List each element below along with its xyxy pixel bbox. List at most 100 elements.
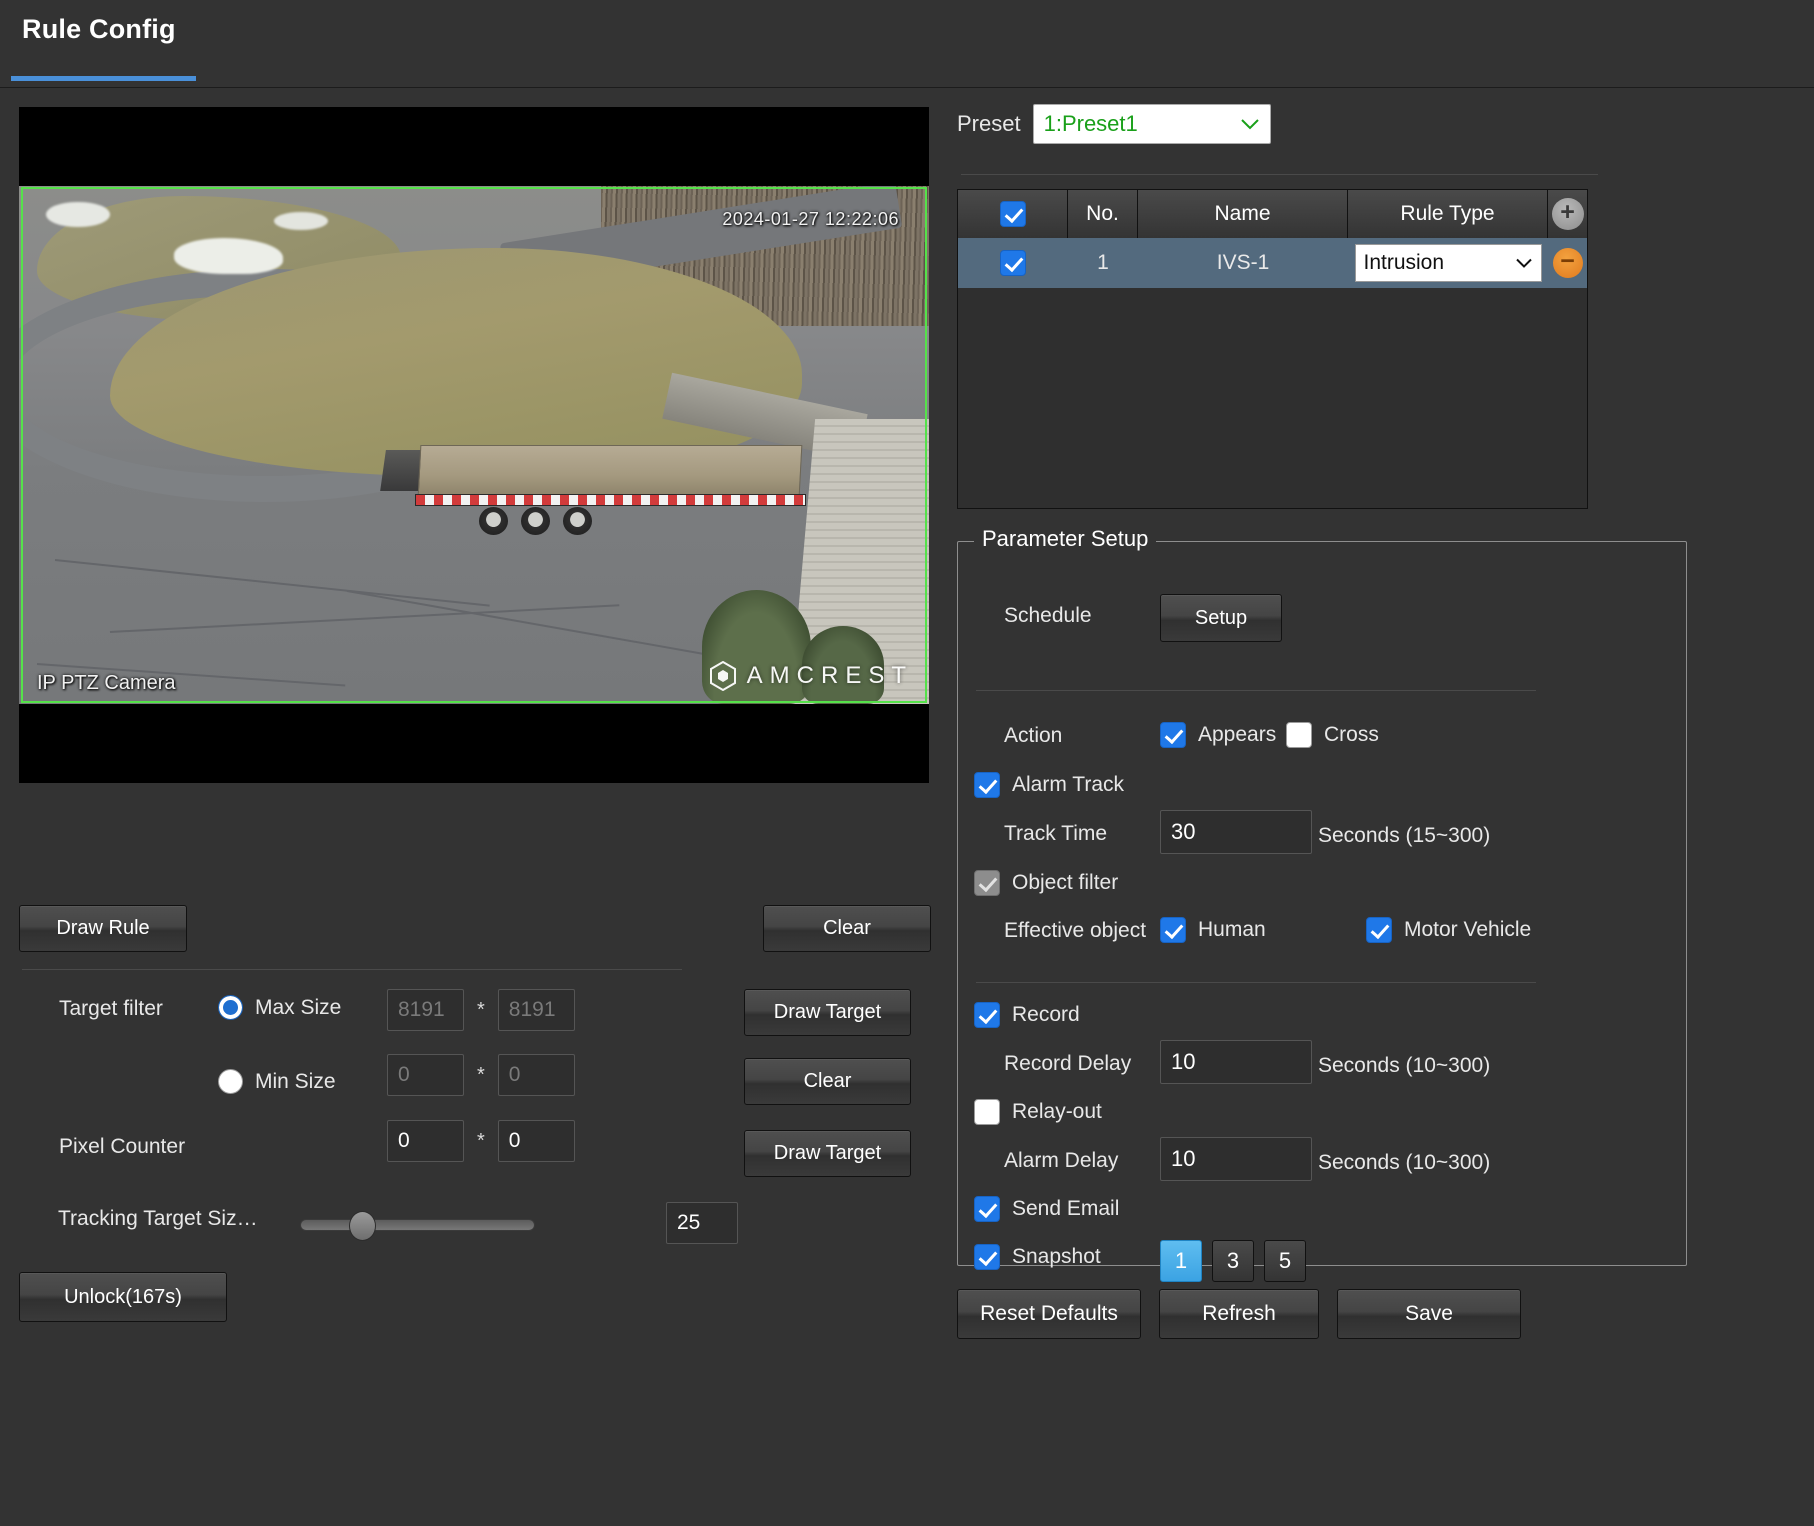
select-all-checkbox[interactable] xyxy=(999,201,1026,227)
relay-out-option[interactable]: Relay-out xyxy=(974,1099,1102,1125)
object-filter-label: Object filter xyxy=(1012,871,1119,894)
max-size-radio[interactable] xyxy=(218,995,243,1020)
cross-checkbox[interactable] xyxy=(1286,722,1312,748)
remove-icon[interactable]: − xyxy=(1552,248,1583,278)
min-size-label: Min Size xyxy=(255,1069,336,1093)
scene-snow-patch xyxy=(273,211,329,231)
parameter-setup-content: Schedule Setup Action Appears Cross Alar… xyxy=(958,542,1686,1282)
reset-defaults-button[interactable]: Reset Defaults xyxy=(957,1289,1141,1339)
appears-option[interactable]: Appears xyxy=(1160,722,1276,748)
multiply-symbol: * xyxy=(477,998,485,1021)
pixel-counter-height-input[interactable]: 0 xyxy=(497,1120,575,1162)
row-checkbox[interactable] xyxy=(1000,250,1026,276)
multiply-symbol: * xyxy=(477,1063,485,1086)
human-checkbox[interactable] xyxy=(1160,917,1186,943)
max-size-width-input[interactable]: 8191 xyxy=(387,989,464,1031)
tracking-target-size-label: Tracking Target Siz… xyxy=(58,1207,258,1230)
min-size-fields: 0 * 0 xyxy=(387,1054,575,1096)
min-size-width-input[interactable]: 0 xyxy=(387,1054,464,1096)
video-scene xyxy=(19,186,929,704)
delete-rule-cell[interactable]: − xyxy=(1548,238,1587,288)
pixel-counter-width-input[interactable]: 0 xyxy=(387,1120,464,1162)
table-row[interactable]: 1 IVS-1 Intrusion − xyxy=(958,238,1587,288)
page-title: Rule Config xyxy=(22,14,176,44)
video-camera-name-overlay: IP PTZ Camera xyxy=(37,672,176,694)
human-option[interactable]: Human xyxy=(1160,917,1266,943)
preset-selected-value: 1:Preset1 xyxy=(1043,111,1138,136)
relay-out-checkbox[interactable] xyxy=(974,1099,1000,1125)
row-rule-type-cell[interactable]: Intrusion xyxy=(1348,238,1548,288)
divider xyxy=(976,690,1536,691)
scene-trailer-wheel xyxy=(478,507,508,536)
snapshot-count-group: 1 3 5 xyxy=(1160,1240,1306,1282)
send-email-checkbox[interactable] xyxy=(974,1196,1000,1222)
snapshot-count-5[interactable]: 5 xyxy=(1264,1240,1306,1282)
record-label: Record xyxy=(1012,1003,1080,1026)
unlock-button[interactable]: Unlock(167s) xyxy=(19,1272,227,1322)
slider-thumb[interactable] xyxy=(349,1211,376,1241)
cross-option[interactable]: Cross xyxy=(1286,722,1379,748)
min-size-radio-row[interactable]: Min Size xyxy=(218,1069,336,1094)
add-rule-cell[interactable]: + xyxy=(1548,190,1587,238)
max-size-radio-row[interactable]: Max Size xyxy=(218,995,341,1020)
motor-vehicle-label: Motor Vehicle xyxy=(1404,918,1532,941)
amcrest-logo: AMCREST xyxy=(709,661,913,691)
appears-checkbox[interactable] xyxy=(1160,722,1186,748)
snapshot-label: Snapshot xyxy=(1012,1245,1101,1268)
track-time-unit: Seconds (15~300) xyxy=(1318,824,1491,847)
scene-trailer-deck xyxy=(418,445,803,497)
send-email-label: Send Email xyxy=(1012,1197,1120,1220)
scene-snow-patch xyxy=(173,237,283,275)
effective-object-label: Effective object xyxy=(1004,919,1147,942)
track-time-input[interactable]: 30 xyxy=(1160,810,1312,854)
pixel-counter-label: Pixel Counter xyxy=(59,1135,186,1158)
appears-label: Appears xyxy=(1198,723,1277,746)
record-option[interactable]: Record xyxy=(974,1002,1080,1028)
min-size-height-input[interactable]: 0 xyxy=(497,1054,575,1096)
column-header-rule-type: Rule Type xyxy=(1348,190,1548,238)
alarm-delay-input[interactable]: 10 xyxy=(1160,1137,1312,1181)
save-button[interactable]: Save xyxy=(1337,1289,1521,1339)
clear-target-button[interactable]: Clear xyxy=(744,1058,911,1105)
alarm-track-checkbox[interactable] xyxy=(974,772,1000,798)
video-timestamp-overlay: 2024-01-27 12:22:06 xyxy=(722,209,899,229)
rules-table: No. Name Rule Type + 1 IVS-1 Intrusion − xyxy=(957,189,1588,509)
send-email-option[interactable]: Send Email xyxy=(974,1196,1119,1222)
snapshot-checkbox[interactable] xyxy=(974,1244,1000,1270)
row-select-cell[interactable] xyxy=(958,238,1068,288)
max-size-fields: 8191 * 8191 xyxy=(387,989,575,1031)
record-checkbox[interactable] xyxy=(974,1002,1000,1028)
snapshot-count-1[interactable]: 1 xyxy=(1160,1240,1202,1282)
draw-rule-button[interactable]: Draw Rule xyxy=(19,905,187,952)
tracking-target-size-input[interactable]: 25 xyxy=(666,1202,738,1244)
object-filter-option[interactable]: Object filter xyxy=(974,870,1118,896)
preset-label: Preset xyxy=(957,111,1021,136)
snapshot-count-3[interactable]: 3 xyxy=(1212,1240,1254,1282)
tracking-target-size-slider[interactable] xyxy=(300,1211,535,1241)
rule-config-page: Rule Config 2024-01-27 12:22:06 IP PTZ C… xyxy=(0,0,1814,1526)
scene-trailer-marker-tape xyxy=(414,494,807,506)
rule-type-select[interactable]: Intrusion xyxy=(1354,244,1542,282)
refresh-button[interactable]: Refresh xyxy=(1159,1289,1319,1339)
schedule-setup-button[interactable]: Setup xyxy=(1160,594,1282,642)
preset-select[interactable]: 1:Preset1 xyxy=(1032,104,1271,144)
snapshot-option[interactable]: Snapshot xyxy=(974,1244,1101,1270)
max-size-height-input[interactable]: 8191 xyxy=(497,989,575,1031)
schedule-label: Schedule xyxy=(1004,604,1092,627)
page-header: Rule Config xyxy=(0,0,1814,88)
video-preview[interactable]: 2024-01-27 12:22:06 IP PTZ Camera AMCRES… xyxy=(19,107,929,783)
alarm-track-option[interactable]: Alarm Track xyxy=(974,772,1124,798)
object-filter-checkbox xyxy=(974,870,1000,896)
clear-rule-button[interactable]: Clear xyxy=(763,905,931,952)
min-size-radio[interactable] xyxy=(218,1069,243,1094)
record-delay-input[interactable]: 10 xyxy=(1160,1040,1312,1084)
page-body: 2024-01-27 12:22:06 IP PTZ Camera AMCRES… xyxy=(0,89,1814,1526)
divider xyxy=(22,969,682,970)
column-header-name: Name xyxy=(1138,190,1348,238)
draw-target-button-max[interactable]: Draw Target xyxy=(744,989,911,1036)
select-all-cell[interactable] xyxy=(958,190,1068,238)
motor-vehicle-option[interactable]: Motor Vehicle xyxy=(1366,917,1531,943)
add-icon[interactable]: + xyxy=(1551,198,1584,230)
draw-target-button-pixel[interactable]: Draw Target xyxy=(744,1130,911,1177)
motor-vehicle-checkbox[interactable] xyxy=(1366,917,1392,943)
